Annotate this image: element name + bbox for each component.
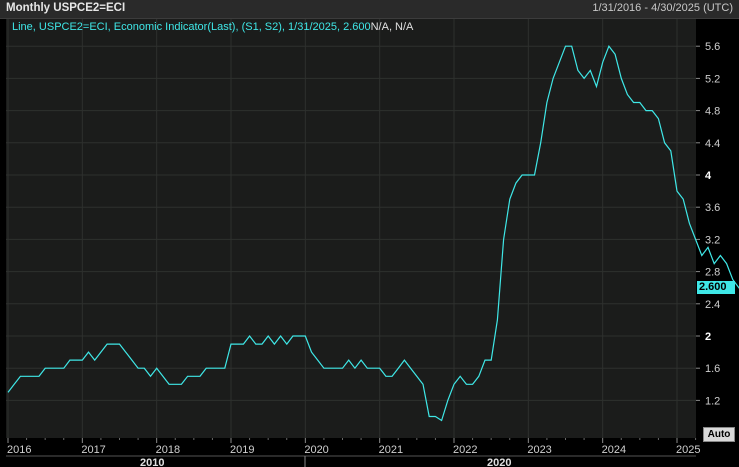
y-tick-label: 4 bbox=[705, 170, 712, 182]
x-axis: 2016 2017 2018 2019 2020 2021 2022 2023 2024 2025… bbox=[6, 438, 700, 467]
x-tick-label: 2024 bbox=[602, 444, 626, 456]
y-tick-label: 1.6 bbox=[705, 363, 720, 375]
x-tick-label: 2020 bbox=[304, 444, 328, 456]
y-tick-label: 1.2 bbox=[705, 395, 720, 407]
y-tick-label: 3.2 bbox=[705, 234, 720, 246]
legend-suffix: N/A, N/A bbox=[370, 21, 414, 33]
y-tick-label: 2 bbox=[705, 331, 711, 343]
x-tick-label: 2023 bbox=[527, 444, 551, 456]
line-chart: 1.21.622.42.83.23.644.44.85.25.6 2016 201… bbox=[6, 19, 739, 467]
y-tick-label: 3.6 bbox=[705, 202, 720, 214]
auto-scale-button[interactable]: Auto bbox=[703, 427, 735, 442]
x-tick-label: 2017 bbox=[81, 444, 105, 456]
y-tick-label: 4.8 bbox=[705, 106, 720, 118]
last-value-badge: 2.600 bbox=[697, 281, 735, 294]
x-tick-label: 2022 bbox=[453, 444, 477, 456]
y-tick-label: 2.4 bbox=[705, 299, 720, 311]
y-tick-label: 2.8 bbox=[705, 267, 720, 279]
legend-text: Line, USPCE2=ECI, Economic Indicator(Las… bbox=[12, 21, 371, 33]
y-tick-label: 5.6 bbox=[705, 41, 720, 53]
series-legend: Line, USPCE2=ECI, Economic Indicator(Las… bbox=[12, 21, 413, 33]
x-tick-label: 2021 bbox=[379, 444, 403, 456]
x-tick-label: 2018 bbox=[156, 444, 180, 456]
x-tick-label: 2019 bbox=[230, 444, 254, 456]
x-major-label: 2020 bbox=[487, 457, 511, 467]
x-major-label: 2010 bbox=[140, 457, 164, 467]
y-tick-label: 5.2 bbox=[705, 73, 720, 85]
gridlines bbox=[6, 19, 696, 438]
y-tick-label: 4.4 bbox=[705, 138, 720, 150]
x-tick-label: 2016 bbox=[7, 444, 31, 456]
y-axis-labels: 1.2 1.6 2 2.4 2.8 3.2 3.6 4 4.4 4.8 5.2 5.6 bbox=[696, 41, 720, 407]
series-line-uspce2 bbox=[7, 44, 739, 422]
x-tick-label: 2025 bbox=[676, 444, 700, 456]
